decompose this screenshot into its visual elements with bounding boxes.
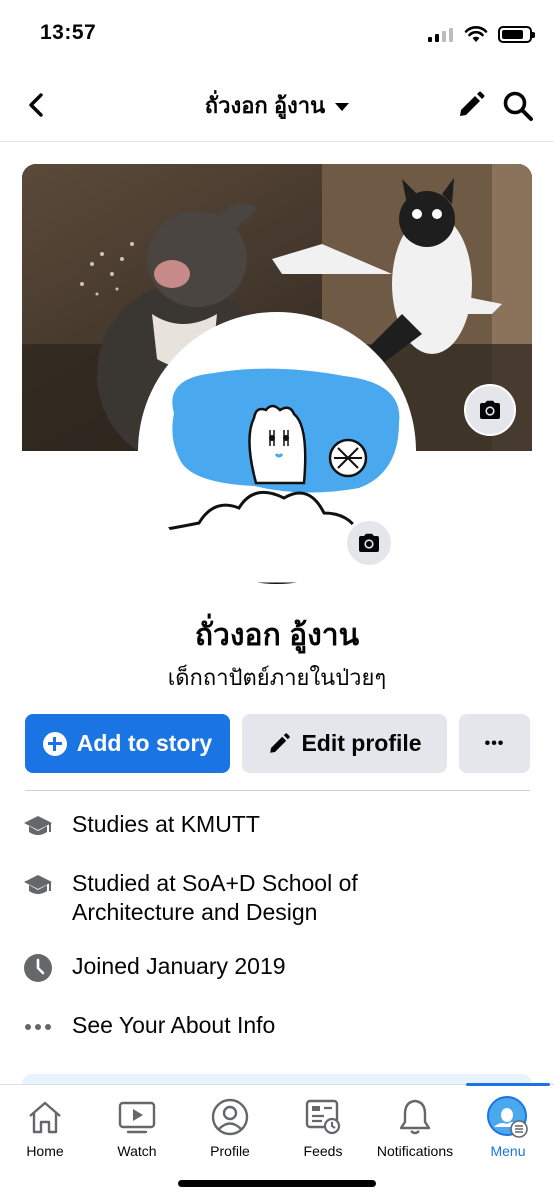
tab-notifications[interactable]: Notifications (370, 1085, 460, 1169)
detail-studied[interactable]: Studied at SoA+D School of Architecture a… (22, 869, 532, 927)
divider (25, 790, 530, 791)
tab-label: Profile (210, 1143, 250, 1159)
more-horizontal-icon (22, 1011, 54, 1043)
pencil-icon (270, 732, 291, 753)
camera-icon (359, 533, 379, 552)
detail-studies[interactable]: Studies at KMUTT (22, 810, 532, 842)
profile-name: ถั่วงอก อู้งาน (194, 619, 360, 652)
joined-text: Joined January 2019 (72, 953, 286, 979)
more-options-button[interactable]: ••• (459, 714, 530, 773)
signal-icon (428, 26, 454, 42)
graduation-cap-icon (22, 869, 54, 901)
feeds-icon (301, 1097, 345, 1137)
pencil-icon (460, 91, 485, 116)
bell-icon (393, 1097, 437, 1137)
status-time: 13:57 (40, 21, 97, 44)
studied-text: Studied at SoA+D School of Architecture a… (72, 870, 358, 925)
tab-home[interactable]: Home (10, 1085, 80, 1169)
wifi-icon (464, 26, 488, 42)
detail-joined: Joined January 2019 (22, 952, 532, 984)
tab-label: Notifications (376, 1143, 454, 1159)
edit-profile-button[interactable]: Edit profile (242, 714, 447, 773)
graduation-cap-icon (22, 810, 54, 842)
tab-profile[interactable]: Profile (195, 1085, 265, 1169)
tab-watch[interactable]: Watch (102, 1085, 172, 1169)
more-icon: ••• (484, 734, 505, 752)
see-about-info-link[interactable]: See Your About Info (22, 1011, 532, 1043)
watch-icon (115, 1097, 159, 1137)
change-cover-button[interactable] (464, 384, 516, 436)
search-icon (503, 91, 533, 121)
menu-avatar-icon (486, 1096, 530, 1138)
app-header: ถั่วงอก อู้งาน (0, 68, 554, 142)
status-icons (428, 22, 535, 46)
add-to-story-button[interactable]: Add to story (25, 714, 230, 773)
battery-icon (498, 25, 535, 43)
plus-icon (42, 731, 67, 756)
studies-text: Studies at KMUTT (72, 811, 260, 837)
change-profile-picture-button[interactable] (344, 518, 394, 568)
tab-feeds[interactable]: Feeds (288, 1085, 358, 1169)
studied-school-line1[interactable]: SoA+D School of (182, 870, 358, 896)
about-text: See Your About Info (72, 1012, 276, 1038)
tab-menu[interactable]: Menu (473, 1085, 543, 1169)
home-indicator (178, 1180, 376, 1187)
edit-profile-label: Edit profile (301, 730, 422, 756)
studied-school-line2[interactable]: Architecture and Design (72, 899, 317, 925)
header-title: ถั่วงอก อู้งาน (204, 93, 326, 118)
clock-icon (22, 952, 54, 984)
studies-school[interactable]: KMUTT (181, 811, 260, 837)
edit-button[interactable] (454, 88, 488, 122)
tab-label: Watch (117, 1143, 157, 1159)
tab-label: Home (26, 1143, 64, 1159)
tab-label: Feeds (303, 1143, 343, 1159)
tab-label: Menu (490, 1143, 526, 1159)
search-button[interactable] (500, 88, 536, 124)
camera-icon (480, 400, 500, 419)
status-bar: 13:57 (0, 0, 554, 66)
chevron-down-icon (335, 102, 350, 111)
profile-icon (208, 1097, 252, 1137)
home-icon (23, 1097, 67, 1137)
add-to-story-label: Add to story (76, 730, 213, 756)
profile-bio: เด็กถาปัตย์ภายในป่วยๆ (167, 665, 387, 690)
